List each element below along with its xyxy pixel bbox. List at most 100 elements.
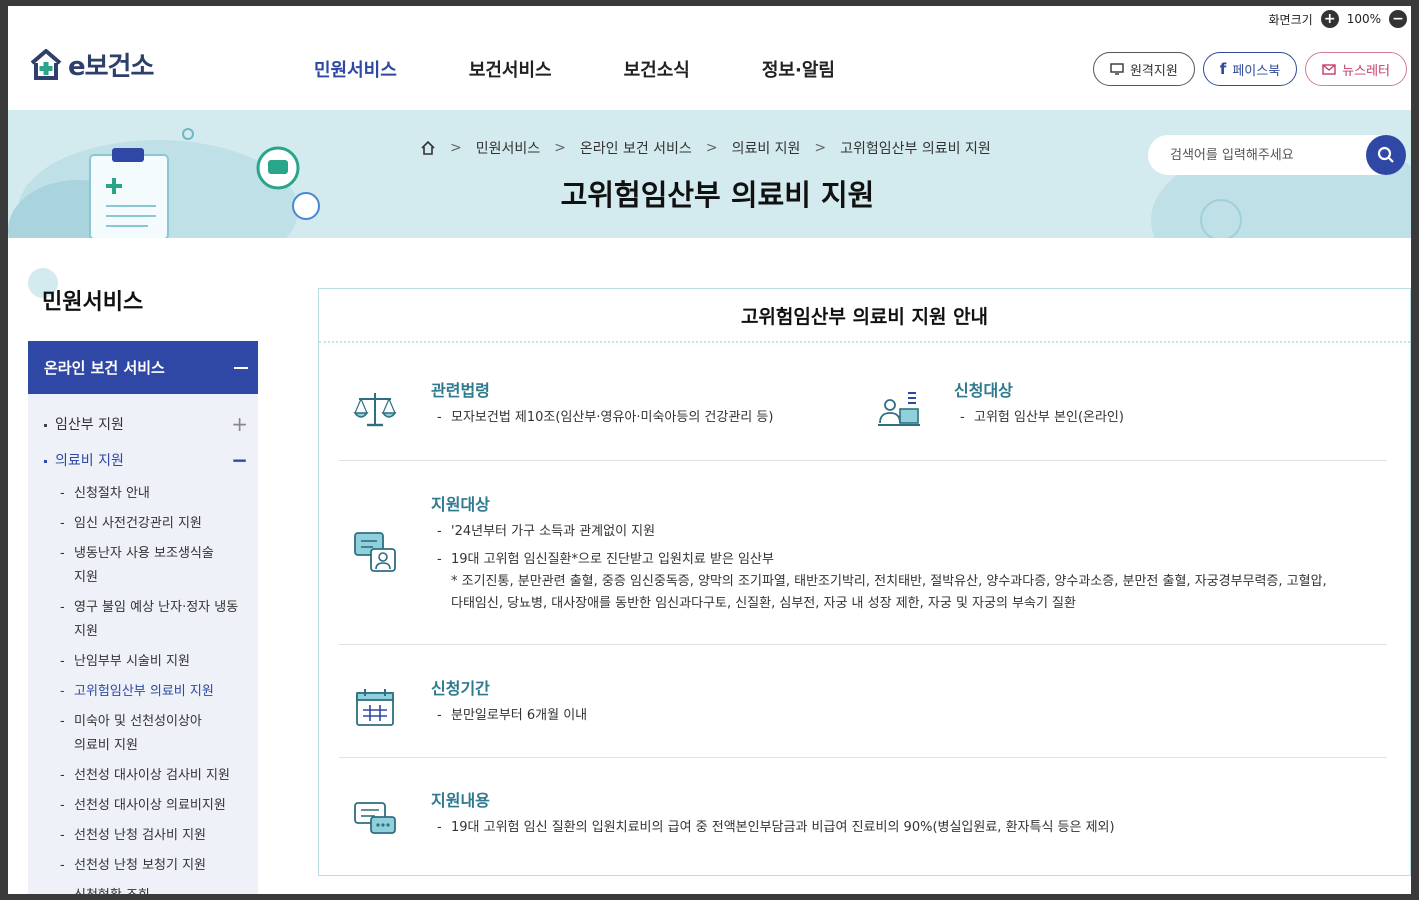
facebook-label: 페이스북 — [1232, 63, 1281, 79]
remote-support-button[interactable]: 원격지원 — [1092, 52, 1195, 86]
list-item-note: * 조기진통, 분만관련 출혈, 중증 임신중독증, 양막의 조기파열, 태반조… — [451, 574, 1327, 589]
monitor-icon — [1110, 63, 1124, 75]
sidebar-submenu: 신청절차 안내 임신 사전건강관리 지원 냉동난자 사용 보조생식술 지원 영구… — [28, 482, 258, 894]
search-input[interactable] — [1148, 147, 1358, 163]
sidebar-subitem[interactable]: 선천성 대사이상 검사비 지원 — [28, 764, 258, 788]
list-item-text: 19대 고위험 임신질환*으로 진단받고 입원치료 받은 임산부 — [451, 552, 774, 567]
sidebar-subitem-current[interactable]: 고위험임산부 의료비 지원 — [28, 680, 258, 704]
list-item: '24년부터 가구 소득과 관계없이 지원 — [437, 521, 1327, 543]
breadcrumb-separator: > — [814, 140, 827, 156]
section-heading: 지원대상 — [431, 495, 490, 514]
font-size-label: 화면크기 — [1268, 12, 1313, 27]
list-item: 분만일로부터 6개월 이내 — [437, 705, 587, 727]
site-logo[interactable]: e보건소 — [28, 46, 154, 83]
sidebar-subitem-line: 영구 불임 예상 난자·정자 냉동 — [74, 600, 239, 615]
info-row: 관련법령 모자보건법 제10조(임산부·영유아·미숙아등의 건강관리 등) 신청… — [339, 343, 1387, 461]
home-icon[interactable] — [420, 140, 436, 156]
sidebar-subitem[interactable]: 영구 불임 예상 난자·정자 냉동 지원 — [28, 596, 258, 644]
sidebar-subitem-line: 냉동난자 사용 보조생식술 — [74, 546, 214, 561]
search-icon — [1377, 146, 1394, 163]
sidebar-subitem[interactable]: 임신 사전건강관리 지원 — [28, 512, 258, 536]
section-heading: 신청대상 — [954, 381, 1013, 400]
list-item-note: 다태임신, 당뇨병, 대사장애를 동반한 임신과다구토, 신질환, 심부전, 자… — [451, 596, 1076, 611]
sidebar-item-label: 임산부 지원 — [55, 417, 124, 433]
breadcrumb-separator: > — [554, 140, 566, 156]
nav-health-service[interactable]: 보건서비스 — [469, 56, 552, 82]
sidebar-subitem[interactable]: 선천성 대사이상 의료비지원 — [28, 794, 258, 818]
breadcrumb-current: 고위험임산부 의료비 지원 — [840, 141, 991, 157]
zoom-level: 100% — [1346, 12, 1381, 26]
list-item: 19대 고위험 임신질환*으로 진단받고 입원치료 받은 임산부 * 조기진통,… — [437, 549, 1327, 615]
sidebar-subitem[interactable]: 신청현황 조회 — [28, 884, 258, 894]
sidebar-subitem[interactable]: 선천성 난청 보청기 지원 — [28, 854, 258, 878]
page-banner: > 민원서비스 > 온라인 보건 서비스 > 의료비 지원 > 고위험임산부 의… — [8, 110, 1411, 238]
main-nav: 민원서비스 보건서비스 보건소식 정보·알림 — [314, 56, 835, 82]
breadcrumb: > 민원서비스 > 온라인 보건 서비스 > 의료비 지원 > 고위험임산부 의… — [420, 138, 991, 158]
sidebar-item-medical-support[interactable]: 의료비 지원 − — [28, 442, 258, 478]
remote-support-label: 원격지원 — [1129, 63, 1178, 79]
section-heading: 지원내용 — [431, 791, 490, 810]
sidebar-subitem[interactable]: 냉동난자 사용 보조생식술 지원 — [28, 542, 258, 590]
breadcrumb-item[interactable]: 의료비 지원 — [732, 138, 801, 158]
header-buttons: 원격지원 f 페이스북 뉴스레터 — [1092, 52, 1407, 86]
zoom-out-button[interactable]: − — [1389, 10, 1407, 28]
info-row: 지원대상 '24년부터 가구 소득과 관계없이 지원 19대 고위험 임신질환*… — [339, 461, 1387, 645]
house-icon — [30, 48, 62, 80]
section-heading: 신청기간 — [431, 679, 490, 698]
section-list: 19대 고위험 임신 질환의 입원치료비의 급여 중 전액본인부담금과 비급여 … — [437, 817, 1115, 845]
info-row: 신청기간 분만일로부터 6개월 이내 — [339, 645, 1387, 758]
content-box: 고위험임산부 의료비 지원 안내 관련법령 모자보건법 제10조(임산부·영유아… — [318, 288, 1411, 876]
list-item: 19대 고위험 임신 질환의 입원치료비의 급여 중 전액본인부담금과 비급여 … — [437, 817, 1115, 839]
minus-icon: − — [231, 448, 248, 472]
facebook-icon: f — [1219, 60, 1227, 78]
section-list: 모자보건법 제10조(임산부·영유아·미숙아등의 건강관리 등) — [437, 407, 773, 435]
list-item: 고위험 임산부 본인(온라인) — [960, 407, 1124, 429]
section-list: 분만일로부터 6개월 이내 — [437, 705, 587, 733]
browser-page: 화면크기 + 100% − e보건소 민원서비스 보건서비스 보건소식 정보·알… — [8, 6, 1411, 894]
plus-icon: + — [231, 412, 248, 436]
sidebar-item-pregnancy-support[interactable]: 임산부 지원 + — [28, 406, 258, 442]
bullet-icon — [44, 459, 47, 463]
sidebar-subitem[interactable]: 난임부부 시술비 지원 — [28, 650, 258, 674]
sidebar-subitem-line: 지원 — [74, 624, 98, 639]
breadcrumb-separator: > — [705, 140, 718, 156]
person-desk-icon — [878, 392, 920, 426]
search-box — [1148, 135, 1406, 175]
breadcrumb-separator: > — [450, 140, 462, 156]
sidebar-item-label: 의료비 지원 — [55, 453, 124, 469]
search-button[interactable] — [1366, 135, 1406, 175]
newsletter-label: 뉴스레터 — [1342, 63, 1390, 79]
sidebar-nav: 온라인 보건 서비스 임산부 지원 + 의료비 지원 − 신청절차 안내 임신 … — [28, 341, 258, 894]
section-heading: 관련법령 — [431, 381, 490, 400]
sidebar-subitem[interactable]: 미숙아 및 선천성이상아 의료비 지원 — [28, 710, 258, 758]
calendar-icon — [356, 689, 394, 726]
zoom-controls: 화면크기 + 100% − — [1269, 8, 1407, 30]
zoom-in-button[interactable]: + — [1320, 10, 1339, 28]
sidebar-title: 민원서비스 — [42, 290, 144, 315]
scale-icon — [353, 393, 397, 427]
speech-bubbles-icon — [354, 802, 396, 834]
facebook-button[interactable]: f 페이스북 — [1202, 52, 1298, 86]
content-title: 고위험임산부 의료비 지원 안내 — [319, 289, 1410, 343]
nav-health-news[interactable]: 보건소식 — [624, 56, 690, 82]
page-title: 고위험임산부 의료비 지원 — [560, 178, 875, 212]
section-list: '24년부터 가구 소득과 관계없이 지원 19대 고위험 임신질환*으로 진단… — [437, 521, 1327, 621]
section-list: 고위험 임산부 본인(온라인) — [960, 407, 1124, 435]
newsletter-button[interactable]: 뉴스레터 — [1305, 52, 1407, 86]
sidebar-section-label: 온라인 보건 서비스 — [44, 359, 165, 377]
list-item: 모자보건법 제10조(임산부·영유아·미숙아등의 건강관리 등) — [437, 407, 773, 429]
nav-info-notice[interactable]: 정보·알림 — [762, 56, 835, 82]
sidebar-section-online-health[interactable]: 온라인 보건 서비스 — [28, 341, 258, 394]
nav-civil-service[interactable]: 민원서비스 — [314, 56, 397, 82]
breadcrumb-item[interactable]: 민원서비스 — [476, 138, 540, 158]
sidebar-subitem[interactable]: 선천성 난청 검사비 지원 — [28, 824, 258, 848]
sidebar-subitem-line: 지원 — [74, 570, 98, 585]
sidebar-subitem-line: 미숙아 및 선천성이상아 — [74, 714, 202, 729]
sidebar-subitem-line: 의료비 지원 — [74, 738, 138, 753]
bullet-icon — [44, 423, 47, 427]
minus-icon — [234, 366, 248, 369]
logo-text: e보건소 — [68, 52, 154, 82]
chat-user-icon — [354, 532, 396, 572]
breadcrumb-item[interactable]: 온라인 보건 서비스 — [580, 138, 692, 158]
sidebar-subitem[interactable]: 신청절차 안내 — [28, 482, 258, 506]
